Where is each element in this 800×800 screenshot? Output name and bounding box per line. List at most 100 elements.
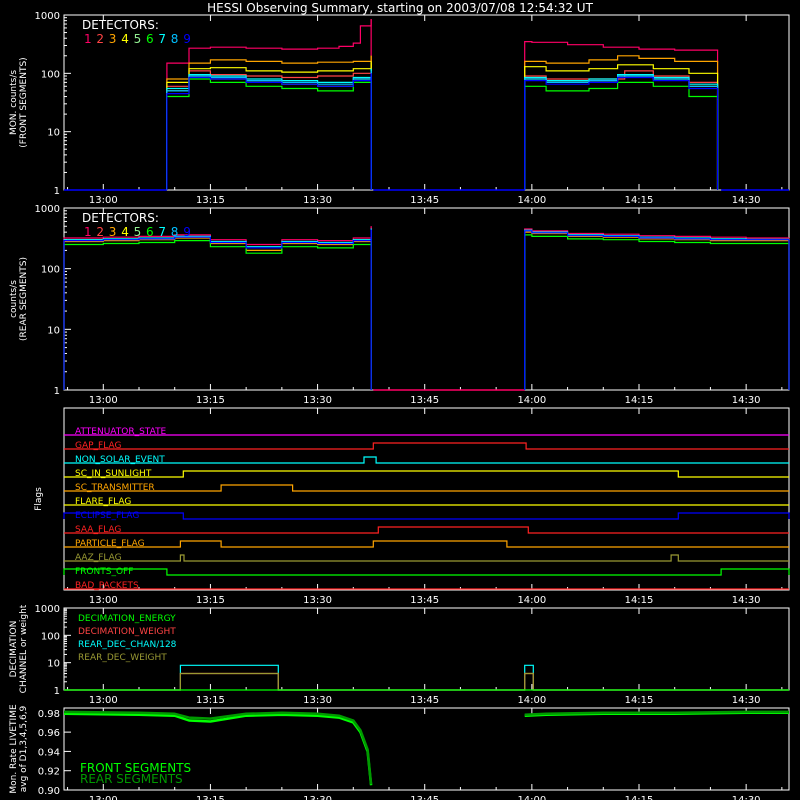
flag-trace-aaz_flag [64,554,789,562]
series-rear-dec-weight [64,672,789,691]
decimation-ylabel-line: DECIMATION [9,621,19,678]
flag-trace-non_solar_event [64,456,789,464]
panel-0-legend-title: DETECTORS: [82,18,159,32]
panel-0-ylabel: MON. counts/s (FRONT SEGMENTS) [9,57,29,147]
series-det-1 [524,228,789,390]
legend-det-7: 7 [158,225,166,239]
panel-1-ylabel: counts/s (REAR SEGMENTS) [9,257,29,341]
y-tick-label: 10 [47,128,60,139]
legend-rear-dec-weight: REAR_DEC_WEIGHT [78,653,167,663]
y-tick-label: 0.98 [38,709,60,720]
legend-det-1: 1 [84,32,92,46]
legend-det-3: 3 [109,32,117,46]
legend-det-6: 6 [146,225,154,239]
series-det-6 [166,76,372,190]
x-tick-label: 14:30 [732,795,761,800]
y-tick-label: 10 [47,659,60,670]
x-tick-label: 13:15 [196,695,225,706]
series-rear-dec-chan-128 [64,664,789,691]
series-det-7 [63,228,372,390]
summary-figure: HESSI Observing Summary, starting on 200… [0,0,800,800]
series-det-6 [524,234,789,390]
series-det-8 [166,70,372,190]
x-tick-label: 13:45 [410,795,439,800]
decimation-ylabel-line: CHANNEL or weight [19,604,29,693]
x-tick-label: 13:00 [89,795,118,800]
x-tick-label: 13:45 [410,695,439,706]
y-tick-label: 0.92 [38,767,60,778]
flag-trace-gap_flag [64,442,789,450]
series-det-1 [524,41,719,190]
y-tick-label: 0.96 [38,728,60,739]
x-tick-label: 14:00 [517,695,546,706]
legend-det-7: 7 [158,32,166,46]
x-tick-label: 13:00 [89,595,118,606]
flags-ylabel: Flags [34,487,44,511]
y-tick-label: 1000 [35,11,60,22]
series-det-7 [524,229,789,390]
flag-trace-fronts_off [63,568,790,576]
x-tick-label: 13:30 [303,595,332,606]
chart-canvas: 13:00 13:15 13:30 13:45 14:00 14:15 14:3011010… [9,11,790,800]
y-tick-label: 1000 [35,604,60,615]
x-tick-label: 13:15 [196,195,225,206]
x-tick-label: 13:45 [410,595,439,606]
x-tick-label: 14:15 [625,395,654,406]
x-tick-label: 13:30 [303,695,332,706]
y-tick-label: 1 [54,186,60,197]
x-tick-label: 13:00 [89,695,118,706]
series-det-6 [63,233,372,390]
legend-det-5: 5 [134,225,142,239]
flag-trace-sc_transmitter [64,484,789,492]
x-tick-label: 14:15 [625,195,654,206]
x-tick-label: 13:45 [410,195,439,206]
y-tick-label: 100 [41,265,60,276]
x-tick-label: 14:30 [732,395,761,406]
series-det-1 [166,19,372,190]
legend-decimation-weight: DECIMATION_WEIGHT [78,627,176,637]
legend-det-9: 9 [183,225,191,239]
livetime-ylabel-line: avg of D1,3,4,5,6,9 [19,705,29,792]
legend-det-8: 8 [171,225,179,239]
panel-0-ylabel-line: (FRONT SEGMENTS) [19,57,29,147]
x-tick-label: 13:00 [89,395,118,406]
x-tick-label: 14:30 [732,595,761,606]
legend-det-2: 2 [96,225,104,239]
x-tick-label: 14:00 [517,195,546,206]
x-tick-label: 13:15 [196,395,225,406]
y-tick-label: 100 [41,631,60,642]
y-tick-label: 1 [54,386,60,397]
x-tick-label: 14:15 [625,795,654,800]
x-tick-label: 14:00 [517,595,546,606]
legend-rear-segments: REAR SEGMENTS [80,772,183,786]
legend-det-5: 5 [134,32,142,46]
flags-ylabel-line: Flags [34,487,44,511]
flag-trace-saa_flag [64,526,789,534]
flag-trace-eclipse_flag [63,512,790,520]
panel-1-ylabel-line: (REAR SEGMENTS) [19,257,29,341]
livetime-ylabel: Mon. Rate LIVETIME avg of D1,3,4,5,6,9 [9,704,29,794]
legend-decimation-energy: DECIMATION_ENERGY [78,614,176,624]
legend-det-1: 1 [84,225,92,239]
series-det-9 [524,230,789,390]
livetime-ylabel-line: Mon. Rate LIVETIME [9,704,19,794]
series-decimation-weight [64,672,789,691]
legend-det-3: 3 [109,225,117,239]
series-det-3 [524,231,789,390]
y-tick-label: 10 [47,325,60,336]
legend-det-9: 9 [183,32,191,46]
x-tick-label: 14:30 [732,195,761,206]
x-tick-label: 14:00 [517,795,546,800]
x-tick-label: 14:00 [517,395,546,406]
legend-rear-dec-chan-128: REAR_DEC_CHAN/128 [78,640,177,650]
decimation-ylabel: DECIMATION CHANNEL or weight [9,604,29,693]
flag-trace-particle_flag [64,540,789,548]
series-det-9 [63,229,372,390]
legend-det-6: 6 [146,32,154,46]
x-tick-label: 13:30 [303,395,332,406]
series-det-3 [63,230,372,390]
panel-0-ylabel-line: MON. counts/s [9,70,19,135]
x-tick-label: 13:00 [89,195,118,206]
x-tick-label: 14:30 [732,695,761,706]
series-det-6 [524,81,719,190]
